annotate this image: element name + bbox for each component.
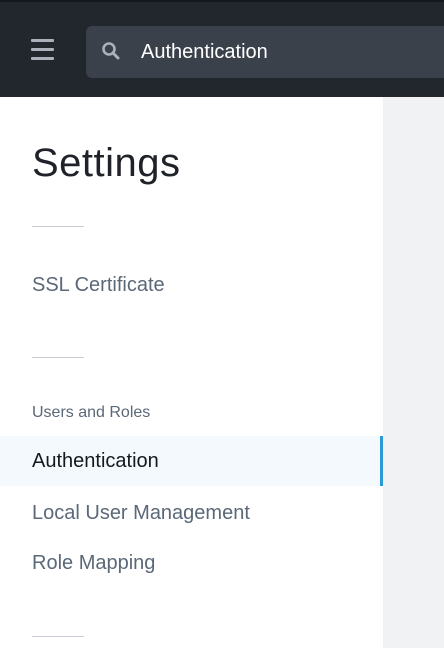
search-box[interactable] xyxy=(86,26,444,78)
hamburger-menu-icon[interactable] xyxy=(31,39,55,63)
page-title: Settings xyxy=(32,141,181,185)
top-bar xyxy=(0,0,444,97)
main-content-area xyxy=(383,97,444,648)
divider xyxy=(32,636,84,637)
sidebar-item-role-mapping[interactable]: Role Mapping xyxy=(0,538,383,588)
search-input[interactable] xyxy=(141,26,441,78)
sidebar-item-ssl-certificate[interactable]: SSL Certificate xyxy=(0,260,383,310)
divider xyxy=(32,226,84,227)
sidebar-item-local-user-management[interactable]: Local User Management xyxy=(0,488,383,538)
search-icon xyxy=(102,42,120,60)
settings-sidebar: Settings SSL Certificate Users and Roles… xyxy=(0,97,383,648)
sidebar-item-authentication[interactable]: Authentication xyxy=(0,436,383,486)
divider xyxy=(32,357,84,358)
section-label-users-and-roles: Users and Roles xyxy=(32,404,151,421)
